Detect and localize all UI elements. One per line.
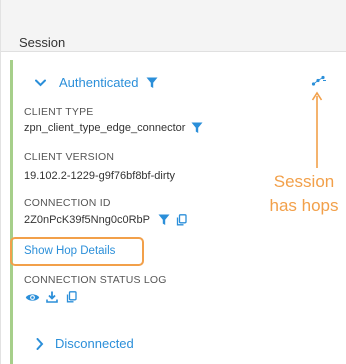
annotation-line-1: Session [273,172,335,191]
client-type-label: CLIENT TYPE [24,106,94,118]
filter-icon[interactable] [191,122,203,134]
panel-title: Session [19,35,66,50]
disconnected-section-toggle[interactable]: Disconnected [34,336,134,351]
client-version-label: CLIENT VERSION [24,151,115,163]
filter-icon[interactable] [158,214,170,226]
session-panel: Session Authenticated CLIENT TYPE zpn_cl… [0,0,346,364]
client-type-value: zpn_client_type_edge_connector [24,122,186,134]
show-hop-details-link[interactable]: Show Hop Details [24,245,115,257]
filter-icon[interactable] [146,77,158,89]
panel-header: Session [1,0,346,52]
disconnected-label[interactable]: Disconnected [55,336,134,351]
copy-icon[interactable] [66,291,77,303]
status-log-actions [25,291,77,303]
annotation-callout: Session has hops [256,170,346,218]
annotation-line-2: has hops [269,196,339,215]
connection-status-log-label: CONNECTION STATUS LOG [24,274,167,286]
chevron-right-icon[interactable] [34,337,46,351]
annotation-arrow [311,91,323,168]
eye-icon[interactable] [25,292,40,303]
chevron-down-icon[interactable] [34,76,46,90]
copy-icon[interactable] [176,214,187,226]
authenticated-label[interactable]: Authenticated [59,75,139,90]
connection-id-label: CONNECTION ID [24,197,111,209]
status-indicator-bar [10,60,13,364]
client-type-row: zpn_client_type_edge_connector [24,122,203,134]
download-icon[interactable] [46,291,58,303]
client-version-value: 19.102.2-1229-g9f76bf8bf-dirty [24,170,176,182]
authenticated-section-toggle[interactable]: Authenticated [34,75,158,90]
connection-id-row: 2Z0nPcK39f5Nng0c0RbP [24,214,187,226]
connection-id-value: 2Z0nPcK39f5Nng0c0RbP [24,214,150,226]
hops-icon[interactable] [311,75,327,87]
